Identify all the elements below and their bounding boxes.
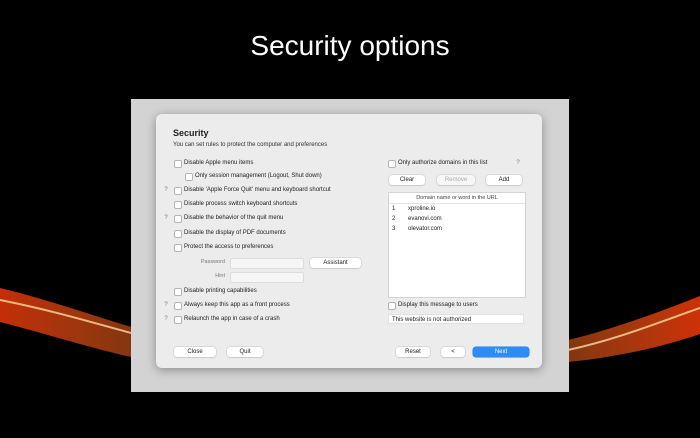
list-item[interactable]: 3 olevator.com	[389, 225, 525, 235]
close-button[interactable]: Close	[174, 347, 216, 357]
only-authorize-label: Only authorize domains in this list	[398, 160, 488, 166]
reset-button[interactable]: Reset	[396, 347, 430, 357]
disable-printing-label: Disable printing capabilities	[184, 288, 257, 294]
help-icon[interactable]: ?	[162, 302, 170, 308]
row-number: 1	[392, 206, 396, 212]
disable-pdf-checkbox[interactable]	[174, 230, 182, 238]
password-field[interactable]	[230, 258, 304, 269]
disable-quit-menu-label: Disable the behavior of the quit menu	[184, 215, 284, 221]
domain-column-header[interactable]: Domain name or word in the URL	[389, 193, 525, 204]
help-icon[interactable]: ?	[162, 215, 170, 221]
list-item[interactable]: 2 evanovi.com	[389, 215, 525, 225]
row-domain: xproline.io	[408, 206, 436, 212]
keep-front-checkbox[interactable]	[174, 302, 182, 310]
domain-list[interactable]: Domain name or word in the URL 1 xprolin…	[388, 192, 526, 298]
next-button[interactable]: Next	[473, 347, 529, 357]
help-icon[interactable]: ?	[514, 160, 522, 166]
disable-force-quit-label: Disable 'Apple Force Quit' menu and keyb…	[184, 187, 331, 193]
dialog-title: Security	[173, 128, 209, 138]
hint-field[interactable]	[230, 272, 304, 283]
protect-preferences-checkbox[interactable]	[174, 244, 182, 252]
clear-button[interactable]: Clear	[389, 175, 425, 185]
disable-quit-menu-checkbox[interactable]	[174, 215, 182, 223]
row-domain: olevator.com	[408, 226, 443, 232]
list-item[interactable]: 1 xproline.io	[389, 205, 525, 215]
dialog-subtitle: You can set rules to protect the compute…	[173, 142, 328, 148]
assistant-button[interactable]: Assistant	[310, 258, 361, 268]
disable-pdf-label: Disable the display of PDF documents	[184, 230, 286, 236]
protect-preferences-label: Protect the access to preferences	[184, 244, 274, 250]
disable-process-switch-label: Disable process switch keyboard shortcut…	[184, 201, 298, 207]
disable-apple-menu-checkbox[interactable]	[174, 160, 182, 168]
row-number: 2	[392, 216, 396, 222]
password-label: Password	[200, 259, 225, 265]
quit-button[interactable]: Quit	[227, 347, 263, 357]
page-headline: Security options	[250, 30, 450, 61]
help-icon[interactable]: ?	[162, 316, 170, 322]
relaunch-checkbox[interactable]	[174, 316, 182, 324]
disable-printing-checkbox[interactable]	[174, 288, 182, 296]
only-authorize-checkbox[interactable]	[388, 160, 396, 168]
add-button[interactable]: Add	[486, 175, 522, 185]
row-domain: evanovi.com	[408, 216, 442, 222]
remove-button[interactable]: Remove	[437, 175, 475, 185]
disable-apple-menu-label: Disable Apple menu items	[184, 160, 254, 166]
disable-force-quit-checkbox[interactable]	[174, 187, 182, 195]
row-number: 3	[392, 226, 396, 232]
keep-front-label: Always keep this app as a front process	[184, 302, 290, 308]
display-message-checkbox[interactable]	[388, 302, 396, 310]
only-session-management-checkbox[interactable]	[185, 173, 193, 181]
back-button[interactable]: <	[441, 347, 465, 357]
only-session-management-label: Only session management (Logout, Shut do…	[195, 173, 322, 179]
display-message-label: Display this message to users	[398, 302, 478, 308]
message-field[interactable]: This website is not authorized	[388, 314, 524, 324]
disable-process-switch-checkbox[interactable]	[174, 201, 182, 209]
help-icon[interactable]: ?	[162, 187, 170, 193]
relaunch-label: Relaunch the app in case of a crash	[184, 316, 280, 322]
hint-label: Hint	[215, 273, 225, 279]
